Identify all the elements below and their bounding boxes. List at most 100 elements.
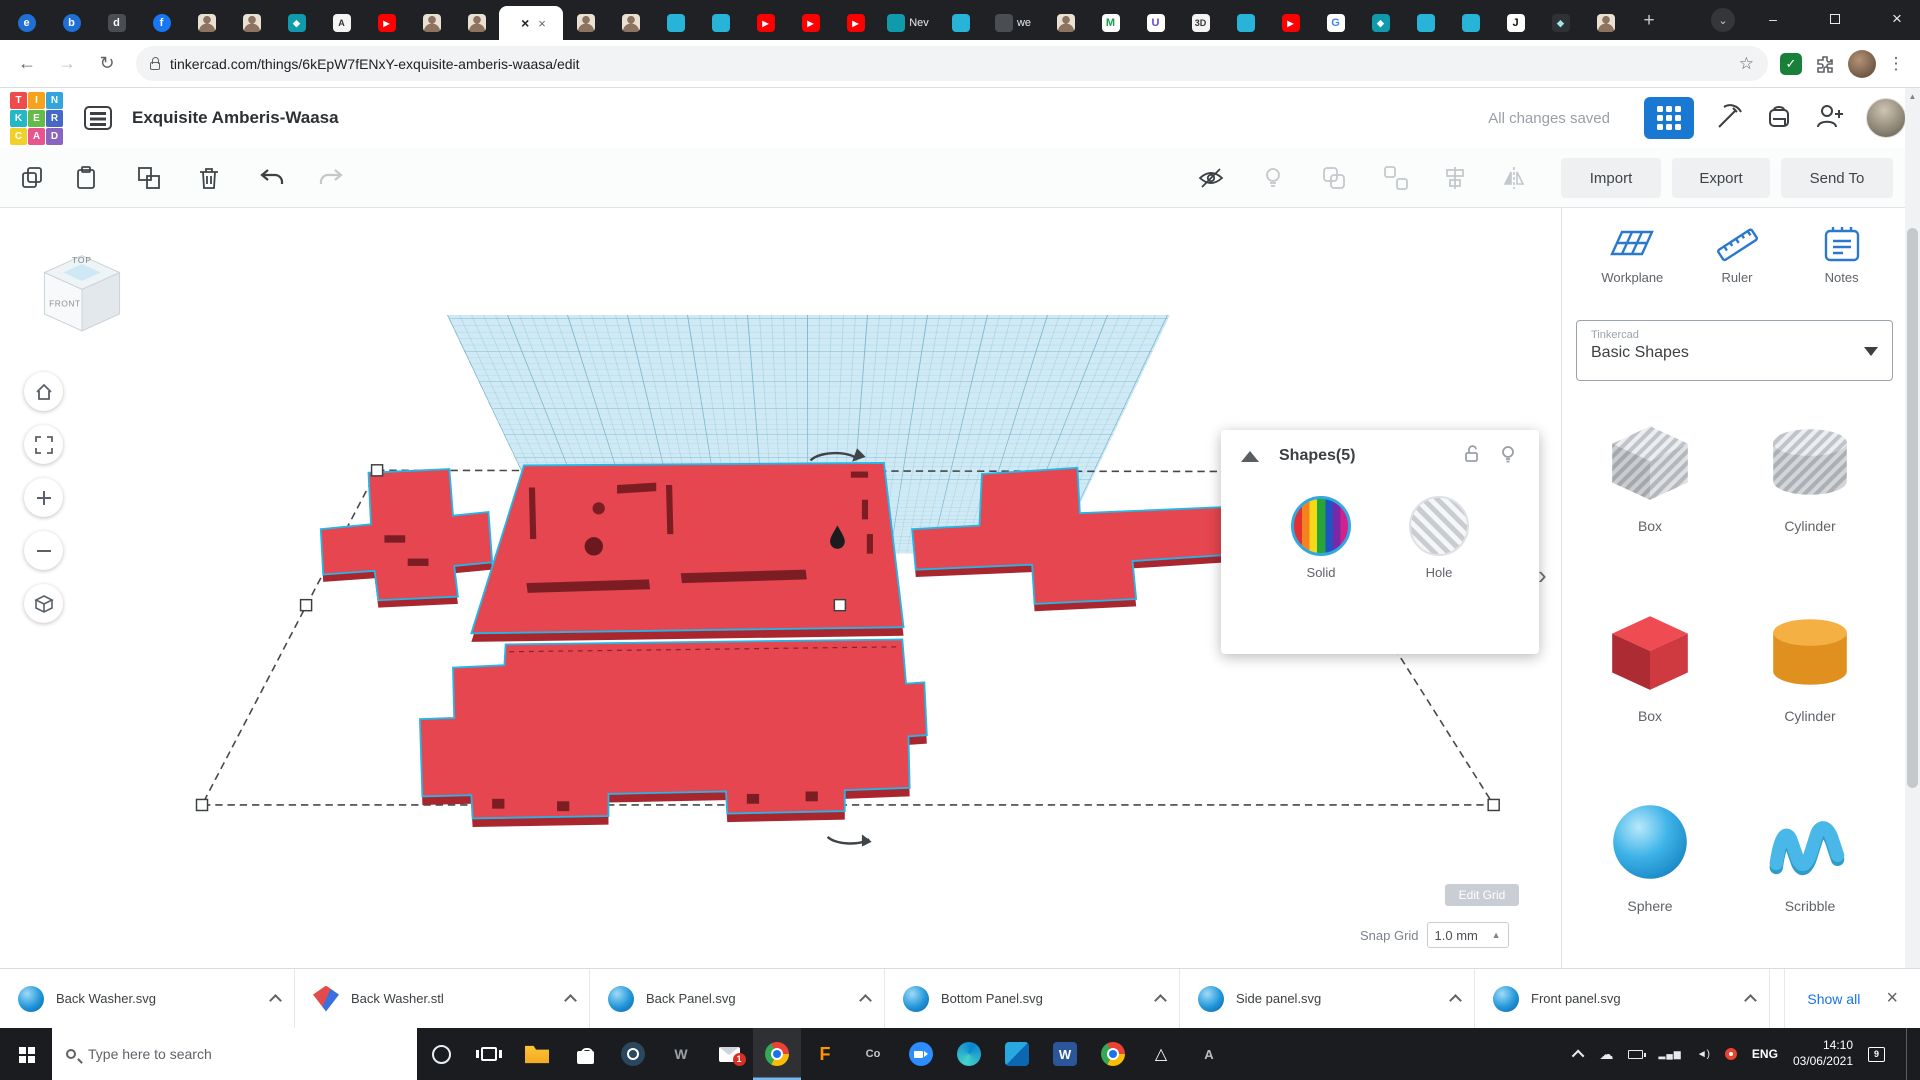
clock[interactable]: 14:10 03/06/2021 <box>1793 1038 1853 1069</box>
network-signal-icon[interactable]: ▂▄▆ <box>1658 1049 1681 1060</box>
volume-icon[interactable]: ◄) <box>1697 1049 1710 1060</box>
browser-tab[interactable]: × <box>563 6 608 40</box>
shape-cylinder-hole[interactable]: Cylinder <box>1764 404 1856 594</box>
shape-scribble[interactable]: Scribble <box>1764 784 1856 974</box>
browser-tab[interactable]: we × <box>983 6 1043 40</box>
dashboard-grid-button[interactable] <box>1644 97 1694 139</box>
extension-check-icon[interactable]: ✓ <box>1780 53 1802 75</box>
solid-option[interactable]: Solid <box>1291 496 1351 580</box>
download-menu-caret-icon[interactable] <box>1449 994 1462 1007</box>
taskbar-app-icon[interactable] <box>993 1028 1041 1080</box>
battery-icon[interactable] <box>1628 1050 1643 1059</box>
shape-bottom-panel[interactable] <box>420 639 927 827</box>
tray-expand-chevron-icon[interactable] <box>1572 1049 1585 1062</box>
browser-menu-icon[interactable]: ⋮ <box>1882 54 1910 74</box>
taskbar-app-icon[interactable]: W <box>1041 1028 1089 1080</box>
download-menu-caret-icon[interactable] <box>564 994 577 1007</box>
window-maximize-button[interactable] <box>1812 0 1858 38</box>
shape-cylinder-solid[interactable]: Cylinder <box>1764 594 1856 784</box>
taskbar-app-icon[interactable] <box>513 1028 561 1080</box>
window-minimize-button[interactable]: – <box>1750 0 1796 38</box>
browser-tab[interactable]: G × <box>1313 6 1358 40</box>
ungroup-icon[interactable] <box>1378 161 1414 195</box>
browser-tab[interactable]: ◆ × <box>1358 6 1403 40</box>
record-status-icon[interactable] <box>1725 1048 1737 1060</box>
invite-person-icon[interactable] <box>1814 101 1846 136</box>
edit-grid-button[interactable]: Edit Grid <box>1445 884 1519 906</box>
language-indicator[interactable]: ENG <box>1752 1047 1778 1061</box>
url-text[interactable]: tinkercad.com/things/6kEpW7fENxY-exquisi… <box>170 56 1729 72</box>
scrollbar-up-arrow-icon[interactable]: ▲ <box>1905 88 1920 101</box>
taskbar-app-icon[interactable] <box>465 1028 513 1080</box>
send-to-button[interactable]: Send To <box>1781 158 1893 198</box>
close-downloads-bar-icon[interactable]: × <box>1886 987 1898 1010</box>
browser-tab[interactable]: d × <box>94 6 139 40</box>
browser-tab[interactable]: × <box>653 6 698 40</box>
browser-tab[interactable]: ▶ × <box>364 6 409 40</box>
group-icon[interactable] <box>1316 161 1352 195</box>
highlight-shape-icon[interactable] <box>1497 443 1519 470</box>
window-close-button[interactable]: × <box>1874 0 1920 38</box>
hole-swatch[interactable] <box>1409 496 1469 556</box>
home-view-button[interactable] <box>24 372 63 411</box>
hole-option[interactable]: Hole <box>1409 496 1469 580</box>
taskbar-search-input[interactable]: Type here to search <box>52 1028 417 1080</box>
browser-tab[interactable]: U × <box>1133 6 1178 40</box>
perspective-toggle-button[interactable] <box>24 584 63 623</box>
browser-tab[interactable]: × <box>229 6 274 40</box>
show-desktop-button[interactable] <box>1906 1028 1910 1080</box>
browser-tab[interactable]: A × <box>319 6 364 40</box>
action-center-button[interactable]: 9 <box>1868 1047 1885 1062</box>
user-avatar[interactable] <box>1866 98 1906 138</box>
download-item[interactable]: Back Washer.stl <box>295 969 590 1028</box>
snap-grid-select[interactable]: 1.0 mm▲ <box>1427 922 1509 948</box>
taskbar-app-icon[interactable] <box>609 1028 657 1080</box>
omnibox[interactable]: tinkercad.com/things/6kEpW7fENxY-exquisi… <box>136 46 1768 81</box>
new-tab-button[interactable]: + <box>1634 6 1664 36</box>
page-scrollbar[interactable]: ▲ <box>1905 88 1920 968</box>
export-button[interactable]: Export <box>1672 158 1770 198</box>
taskbar-app-icon[interactable]: W <box>657 1028 705 1080</box>
browser-tab[interactable]: Nev × <box>878 6 938 40</box>
scrollbar-thumb[interactable] <box>1907 228 1918 788</box>
view-cube[interactable]: TOP FRONT <box>38 250 126 349</box>
taskbar-app-icon[interactable] <box>561 1028 609 1080</box>
zoom-out-button[interactable] <box>24 531 63 570</box>
browser-tab[interactable]: ◆ × <box>274 6 319 40</box>
taskbar-app-icon[interactable] <box>945 1028 993 1080</box>
browser-tab[interactable]: × <box>1583 6 1628 40</box>
lock-shape-icon[interactable] <box>1461 443 1483 470</box>
browser-tab[interactable]: × <box>608 6 653 40</box>
tab-search-button[interactable]: ⌄ <box>1711 8 1735 32</box>
undo-icon[interactable] <box>254 161 290 195</box>
download-menu-caret-icon[interactable] <box>859 994 872 1007</box>
taskbar-app-icon[interactable]: F <box>801 1028 849 1080</box>
browser-tab[interactable]: b × <box>49 6 94 40</box>
align-icon[interactable] <box>1437 161 1473 195</box>
taskbar-app-icon[interactable] <box>753 1028 801 1080</box>
download-item[interactable]: Front panel.svg <box>1475 969 1770 1028</box>
shape-sphere[interactable]: Sphere <box>1604 784 1696 974</box>
shape-back-panel[interactable] <box>471 463 903 642</box>
collapse-panel-icon[interactable] <box>1241 451 1259 462</box>
taskbar-app-icon[interactable] <box>1089 1028 1137 1080</box>
taskbar-app-icon[interactable]: Co <box>849 1028 897 1080</box>
copy-icon[interactable] <box>14 161 50 195</box>
download-menu-caret-icon[interactable] <box>1154 994 1167 1007</box>
taskbar-app-icon[interactable]: 1 <box>705 1028 753 1080</box>
browser-tab[interactable]: × <box>938 6 983 40</box>
rotate-handle-top[interactable] <box>810 448 865 461</box>
browser-tab[interactable]: × <box>454 6 499 40</box>
shape-side-panel[interactable] <box>321 469 492 608</box>
workplane-tool[interactable]: Workplane <box>1584 224 1680 285</box>
forward-button[interactable]: → <box>50 47 84 81</box>
delete-icon[interactable] <box>191 161 227 195</box>
fit-view-button[interactable] <box>24 425 63 464</box>
backpack-icon[interactable] <box>1764 101 1794 136</box>
extensions-puzzle-icon[interactable] <box>1808 47 1842 81</box>
browser-tab[interactable]: ◆ × <box>1538 6 1583 40</box>
taskbar-app-icon[interactable] <box>897 1028 945 1080</box>
shape-box-solid[interactable]: Box <box>1604 594 1696 784</box>
browser-tab[interactable]: × <box>184 6 229 40</box>
browser-tab[interactable]: f × <box>139 6 184 40</box>
